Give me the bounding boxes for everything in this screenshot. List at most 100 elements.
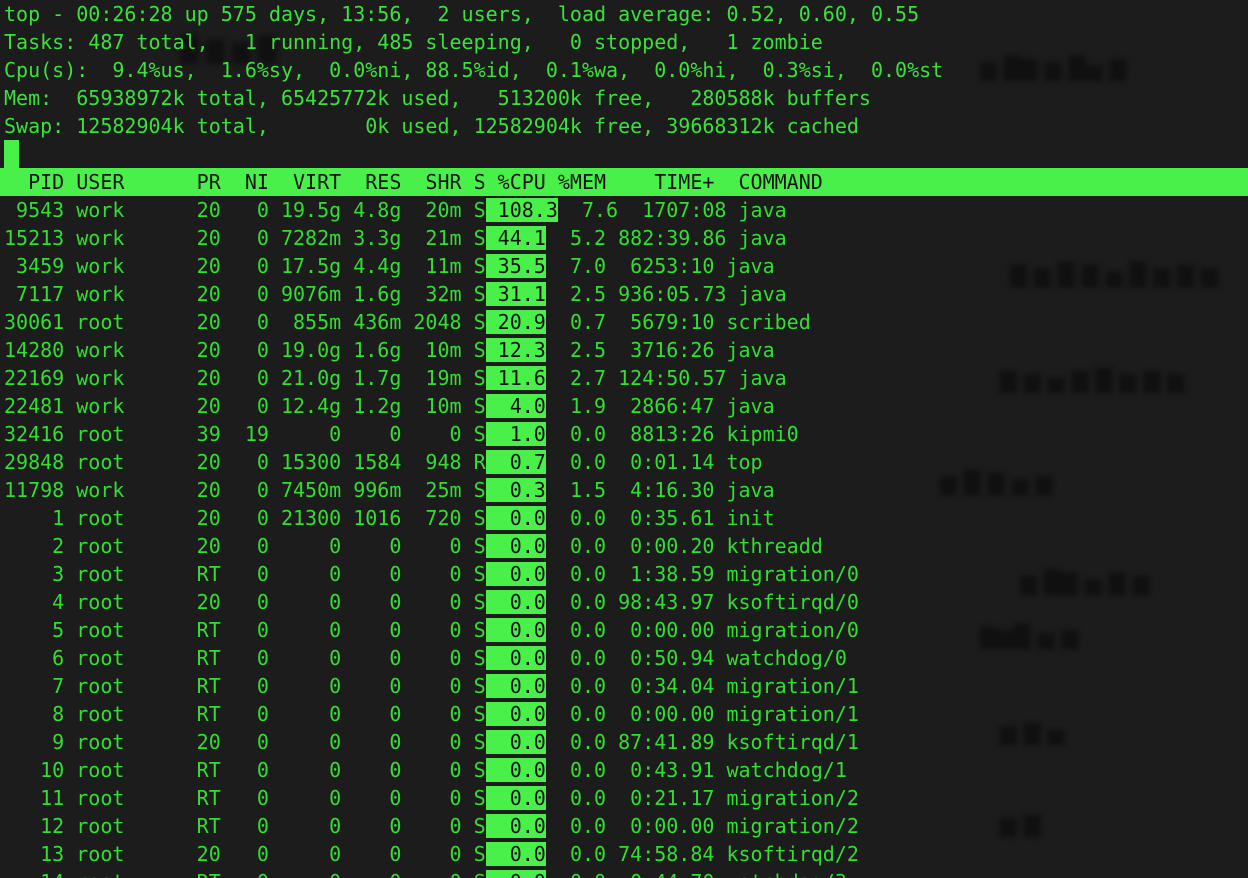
table-row[interactable]: 4 root 20 0 0 0 0 S 0.0 0.0 98:43.97 kso…	[0, 588, 1248, 616]
row-fields-left: 1 root 20 0 21300 1016 720 S	[4, 506, 486, 530]
row-fields-left: 6 root RT 0 0 0 0 S	[4, 646, 486, 670]
table-row[interactable]: 7117 work 20 0 9076m 1.6g 32m S 31.1 2.5…	[0, 280, 1248, 308]
row-fields-right: 0.0 0:35.61 init	[545, 506, 775, 530]
terminal-screen[interactable]: top - 00:26:28 up 575 days, 13:56, 2 use…	[0, 0, 1248, 878]
row-cpu-cell: 0.0	[485, 730, 546, 754]
table-row[interactable]: 3 root RT 0 0 0 0 S 0.0 0.0 1:38.59 migr…	[0, 560, 1248, 588]
table-row[interactable]: 22169 work 20 0 21.0g 1.7g 19m S 11.6 2.…	[0, 364, 1248, 392]
row-fields-left: 30061 root 20 0 855m 436m 2048 S	[4, 310, 486, 334]
row-fields-left: 9 root 20 0 0 0 0 S	[4, 730, 486, 754]
row-fields-left: 13 root 20 0 0 0 0 S	[4, 842, 486, 866]
table-row[interactable]: 6 root RT 0 0 0 0 S 0.0 0.0 0:50.94 watc…	[0, 644, 1248, 672]
row-fields-left: 22169 work 20 0 21.0g 1.7g 19m S	[4, 366, 486, 390]
row-fields-left: 9543 work 20 0 19.5g 4.8g 20m S	[4, 198, 486, 222]
row-cpu-cell: 0.0	[485, 842, 546, 866]
row-fields-left: 14 root RT 0 0 0 0 S	[4, 870, 486, 878]
table-row[interactable]: 5 root RT 0 0 0 0 S 0.0 0.0 0:00.00 migr…	[0, 616, 1248, 644]
row-fields-right: 0.0 0:00.00 migration/1	[545, 702, 859, 726]
row-fields-left: 7117 work 20 0 9076m 1.6g 32m S	[4, 282, 486, 306]
row-fields-right: 2.7 124:50.57 java	[545, 366, 787, 390]
row-fields-left: 11798 work 20 0 7450m 996m 25m S	[4, 478, 486, 502]
row-fields-right: 0.0 87:41.89 ksoftirqd/1	[545, 730, 859, 754]
row-fields-right: 2.5 3716:26 java	[545, 338, 775, 362]
row-fields-right: 0.0 0:43.91 watchdog/1	[545, 758, 847, 782]
row-fields-left: 11 root RT 0 0 0 0 S	[4, 786, 486, 810]
summary-swap-line: Swap: 12582904k total, 0k used, 12582904…	[4, 114, 859, 138]
row-fields-left: 3 root RT 0 0 0 0 S	[4, 562, 486, 586]
row-cpu-cell: 0.0	[485, 814, 546, 838]
row-fields-left: 10 root RT 0 0 0 0 S	[4, 758, 486, 782]
table-row[interactable]: 9543 work 20 0 19.5g 4.8g 20m S 108.3 7.…	[0, 196, 1248, 224]
summary-cpu-line: Cpu(s): 9.4%us, 1.6%sy, 0.0%ni, 88.5%id,…	[4, 58, 944, 82]
table-row[interactable]: 15213 work 20 0 7282m 3.3g 21m S 44.1 5.…	[0, 224, 1248, 252]
row-cpu-cell: 0.0	[485, 534, 546, 558]
row-cpu-cell: 0.0	[485, 562, 546, 586]
row-fields-right: 0.0 0:00.00 migration/0	[545, 618, 859, 642]
row-fields-right: 5.2 882:39.86 java	[545, 226, 787, 250]
command-line[interactable]	[0, 140, 1248, 168]
row-fields-right: 7.0 6253:10 java	[545, 254, 775, 278]
table-row[interactable]: 11 root RT 0 0 0 0 S 0.0 0.0 0:21.17 mig…	[0, 784, 1248, 812]
row-cpu-cell: 11.6	[485, 366, 546, 390]
row-fields-right: 0.0 0:44.70 watchdog/3	[546, 870, 847, 878]
table-row[interactable]: 14 root RT 0 0 0 0 S 0.0 0.0 0:44.70 wat…	[0, 868, 1248, 878]
row-fields-right: 0.0 0:01.14 top	[545, 450, 763, 474]
row-fields-right: 0.0 98:43.97 ksoftirqd/0	[545, 590, 859, 614]
cursor-block-icon	[4, 140, 19, 168]
terminal-window: █ ▇ ▆ █ ▆ █▇ ▆ █▅ ▇ ▇ ▆ █ ▇ ▅ █ ▆ ▇ ▆ ▇ …	[0, 0, 1248, 878]
row-cpu-cell: 0.0	[485, 758, 546, 782]
table-row[interactable]: 11798 work 20 0 7450m 996m 25m S 0.3 1.5…	[0, 476, 1248, 504]
row-cpu-cell: 0.0	[485, 786, 546, 810]
row-fields-left: 15213 work 20 0 7282m 3.3g 21m S	[4, 226, 486, 250]
table-row[interactable]: 32416 root 39 19 0 0 0 S 1.0 0.0 8813:26…	[0, 420, 1248, 448]
row-fields-right: 0.0 74:58.84 ksoftirqd/2	[545, 842, 859, 866]
table-row[interactable]: 3459 work 20 0 17.5g 4.4g 11m S 35.5 7.0…	[0, 252, 1248, 280]
table-row[interactable]: 2 root 20 0 0 0 0 S 0.0 0.0 0:00.20 kthr…	[0, 532, 1248, 560]
row-fields-right: 0.0 8813:26 kipmi0	[545, 422, 799, 446]
table-row[interactable]: 9 root 20 0 0 0 0 S 0.0 0.0 87:41.89 kso…	[0, 728, 1248, 756]
row-cpu-cell: 44.1	[485, 226, 546, 250]
table-row[interactable]: 7 root RT 0 0 0 0 S 0.0 0.0 0:34.04 migr…	[0, 672, 1248, 700]
table-row[interactable]: 1 root 20 0 21300 1016 720 S 0.0 0.0 0:3…	[0, 504, 1248, 532]
table-column-header: PID USER PR NI VIRT RES SHR S %CPU %MEM …	[0, 168, 1248, 196]
row-cpu-cell: 12.3	[485, 338, 546, 362]
table-row[interactable]: 10 root RT 0 0 0 0 S 0.0 0.0 0:43.91 wat…	[0, 756, 1248, 784]
row-cpu-cell: 108.3	[485, 198, 558, 222]
table-row[interactable]: 14280 work 20 0 19.0g 1.6g 10m S 12.3 2.…	[0, 336, 1248, 364]
row-fields-left: 5 root RT 0 0 0 0 S	[4, 618, 486, 642]
row-fields-left: 22481 work 20 0 12.4g 1.2g 10m S	[4, 394, 486, 418]
row-fields-right: 1.9 2866:47 java	[545, 394, 775, 418]
row-cpu-cell: 20.9	[485, 310, 546, 334]
row-fields-right: 0.0 0:21.17 migration/2	[545, 786, 859, 810]
row-cpu-cell: 4.0	[485, 394, 546, 418]
table-row[interactable]: 8 root RT 0 0 0 0 S 0.0 0.0 0:00.00 migr…	[0, 700, 1248, 728]
row-fields-right: 2.5 936:05.73 java	[545, 282, 787, 306]
row-fields-left: 12 root RT 0 0 0 0 S	[4, 814, 486, 838]
table-row[interactable]: 30061 root 20 0 855m 436m 2048 S 20.9 0.…	[0, 308, 1248, 336]
row-fields-left: 8 root RT 0 0 0 0 S	[4, 702, 486, 726]
row-fields-right: 1.5 4:16.30 java	[545, 478, 775, 502]
table-row[interactable]: 29848 root 20 0 15300 1584 948 R 0.7 0.0…	[0, 448, 1248, 476]
row-fields-left: 29848 root 20 0 15300 1584 948 R	[4, 450, 486, 474]
row-fields-left: 3459 work 20 0 17.5g 4.4g 11m S	[4, 254, 486, 278]
row-fields-right: 0.0 0:50.94 watchdog/0	[545, 646, 847, 670]
row-cpu-cell: 0.0	[485, 506, 546, 530]
row-fields-left: 14280 work 20 0 19.0g 1.6g 10m S	[4, 338, 486, 362]
row-cpu-cell: 0.0	[485, 674, 546, 698]
row-cpu-cell: 0.3	[485, 478, 546, 502]
summary-tasks-line: Tasks: 487 total, 1 running, 485 sleepin…	[4, 30, 823, 54]
row-cpu-cell: 1.0	[485, 422, 546, 446]
row-cpu-cell: 31.1	[485, 282, 546, 306]
row-cpu-cell: 0.0	[485, 590, 546, 614]
table-row[interactable]: 22481 work 20 0 12.4g 1.2g 10m S 4.0 1.9…	[0, 392, 1248, 420]
row-fields-right: 0.0 1:38.59 migration/0	[545, 562, 859, 586]
row-fields-left: 32416 root 39 19 0 0 0 S	[4, 422, 486, 446]
table-row[interactable]: 12 root RT 0 0 0 0 S 0.0 0.0 0:00.00 mig…	[0, 812, 1248, 840]
summary-mem-line: Mem: 65938972k total, 65425772k used, 51…	[4, 86, 871, 110]
table-row[interactable]: 13 root 20 0 0 0 0 S 0.0 0.0 74:58.84 ks…	[0, 840, 1248, 868]
row-fields-right: 7.6 1707:08 java	[557, 198, 787, 222]
process-list[interactable]: 9543 work 20 0 19.5g 4.8g 20m S 108.3 7.…	[0, 196, 1248, 878]
row-cpu-cell: 0.0	[485, 618, 546, 642]
row-fields-left: 7 root RT 0 0 0 0 S	[4, 674, 486, 698]
row-fields-left: 2 root 20 0 0 0 0 S	[4, 534, 486, 558]
